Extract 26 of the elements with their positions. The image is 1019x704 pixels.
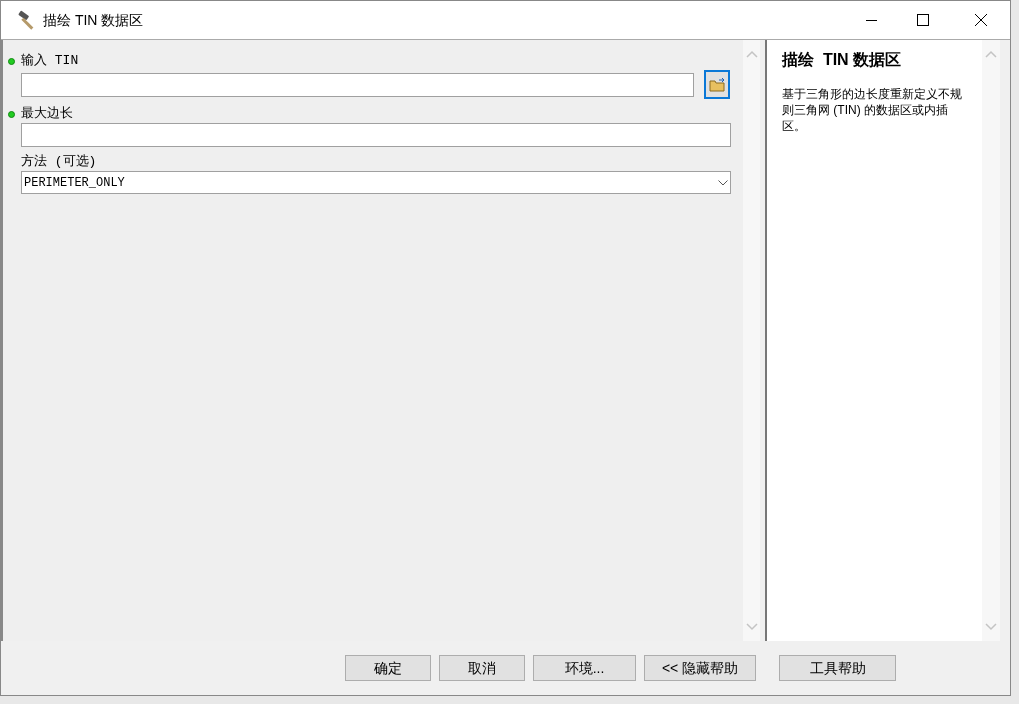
scroll-up-icon[interactable] xyxy=(985,50,997,58)
parameter-label: 方法 (可选) xyxy=(21,153,97,172)
chevron-down-icon xyxy=(718,179,728,186)
input-field[interactable] xyxy=(21,123,731,147)
close-icon xyxy=(975,14,987,26)
input-field[interactable] xyxy=(21,72,694,97)
dialog-button[interactable]: 确定 xyxy=(345,655,431,681)
scroll-down-icon[interactable] xyxy=(745,623,758,631)
folder-icon xyxy=(708,77,726,92)
maximize-icon xyxy=(917,14,929,26)
help-text: 基于三角形的边长度重新定义不规则三角网 (TIN) 的数据区或内插区。 xyxy=(782,86,963,134)
help-title: 描绘 TIN 数据区 xyxy=(782,50,903,70)
dialog-button[interactable]: 工具帮助 xyxy=(779,655,896,681)
scroll-up-icon[interactable] xyxy=(745,50,758,58)
dialog-button[interactable]: << 隐藏帮助 xyxy=(644,655,756,681)
browse-button[interactable] xyxy=(704,70,730,99)
scrollbar[interactable] xyxy=(743,40,760,641)
window-title: 描绘 TIN 数据区 xyxy=(43,10,144,30)
parameter-label: 最大边长 xyxy=(21,105,73,124)
dialog-button[interactable]: 取消 xyxy=(439,655,525,681)
scrollbar[interactable] xyxy=(982,40,1000,641)
method-dropdown[interactable]: PERIMETER_ONLY xyxy=(21,171,731,194)
minimize-icon xyxy=(865,19,877,21)
parameter-label: 输入 TIN xyxy=(21,52,79,71)
scroll-down-icon[interactable] xyxy=(985,623,997,631)
dialog-button[interactable]: 环境... xyxy=(533,655,636,681)
